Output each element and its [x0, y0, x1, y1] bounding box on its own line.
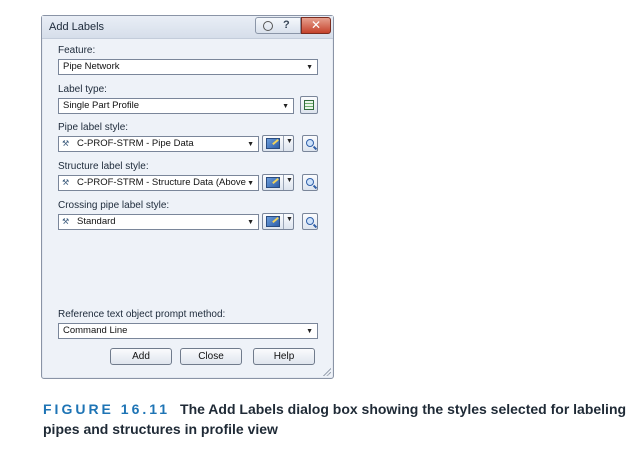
help-button[interactable]: Help — [253, 348, 315, 365]
chevron-down-icon: ▼ — [247, 219, 254, 226]
resize-grip[interactable] — [322, 367, 331, 376]
crossing-pipe-label-style-select[interactable]: ⚒ Standard ▼ — [58, 214, 259, 230]
close-window-button[interactable]: ✕ — [301, 17, 331, 34]
chevron-down-icon: ▼ — [306, 64, 313, 71]
style-tool-icon: ⚒ — [62, 217, 70, 226]
label-type-value: Single Part Profile — [63, 100, 140, 111]
feature-select[interactable]: Pipe Network ▼ — [58, 59, 318, 75]
chevron-down-icon: ▼ — [286, 216, 293, 223]
add-labels-dialog: Add Labels ? ✕ Feature: Pipe Network ▼ L… — [41, 15, 334, 379]
structure-style-edit-button[interactable]: ▼ — [262, 174, 294, 191]
magnifier-icon — [306, 178, 314, 186]
feature-value: Pipe Network — [63, 61, 120, 72]
reference-prompt-select[interactable]: Command Line ▼ — [58, 323, 318, 339]
label-settings-icon — [304, 100, 314, 110]
split-divider — [283, 136, 284, 151]
chevron-down-icon: ▼ — [286, 138, 293, 145]
structure-style-preview-button[interactable] — [302, 174, 318, 191]
pipe-label-style-value: C-PROF-STRM - Pipe Data — [77, 138, 194, 149]
chevron-down-icon: ▼ — [282, 103, 289, 110]
globe-icon — [263, 21, 273, 31]
feature-label: Feature: — [58, 45, 96, 56]
chevron-down-icon: ▼ — [247, 141, 254, 148]
split-divider — [283, 175, 284, 190]
pipe-style-preview-button[interactable] — [302, 135, 318, 152]
style-tool-icon: ⚒ — [62, 178, 70, 187]
structure-label-style-select[interactable]: ⚒ C-PROF-STRM - Structure Data (Above ▼ — [58, 175, 259, 191]
crossing-style-preview-button[interactable] — [302, 213, 318, 230]
figure-caption: FIGURE 16.11 The Add Labels dialog box sh… — [43, 399, 633, 439]
reference-prompt-label: Reference text object prompt method: — [58, 309, 226, 320]
pipe-style-edit-button[interactable]: ▼ — [262, 135, 294, 152]
add-button[interactable]: Add — [110, 348, 172, 365]
chevron-down-icon: ▼ — [306, 328, 313, 335]
edit-style-icon — [266, 138, 280, 149]
chevron-down-icon: ▼ — [247, 180, 254, 187]
dialog-title: Add Labels — [49, 21, 105, 33]
pipe-label-style-select[interactable]: ⚒ C-PROF-STRM - Pipe Data ▼ — [58, 136, 259, 152]
structure-label-style-label: Structure label style: — [58, 161, 149, 172]
figure-number: FIGURE 16.11 — [43, 401, 171, 417]
crossing-pipe-label-style-label: Crossing pipe label style: — [58, 200, 170, 211]
magnifier-icon — [306, 217, 314, 225]
label-type-settings-button[interactable] — [300, 96, 318, 114]
crossing-style-edit-button[interactable]: ▼ — [262, 213, 294, 230]
label-type-select[interactable]: Single Part Profile ▼ — [58, 98, 294, 114]
pipe-label-style-label: Pipe label style: — [58, 122, 129, 133]
label-type-label: Label type: — [58, 84, 107, 95]
split-divider — [283, 214, 284, 229]
crossing-pipe-label-style-value: Standard — [77, 216, 116, 227]
help-globe-button[interactable]: ? — [255, 17, 301, 34]
magnifier-icon — [306, 139, 314, 147]
title-bar[interactable]: Add Labels ? ✕ — [42, 16, 333, 39]
close-button[interactable]: Close — [180, 348, 242, 365]
style-tool-icon: ⚒ — [62, 139, 70, 148]
structure-label-style-value: C-PROF-STRM - Structure Data (Above — [77, 177, 246, 188]
edit-style-icon — [266, 177, 280, 188]
reference-prompt-value: Command Line — [63, 325, 128, 336]
edit-style-icon — [266, 216, 280, 227]
question-mark-icon: ? — [283, 19, 290, 31]
chevron-down-icon: ▼ — [286, 177, 293, 184]
